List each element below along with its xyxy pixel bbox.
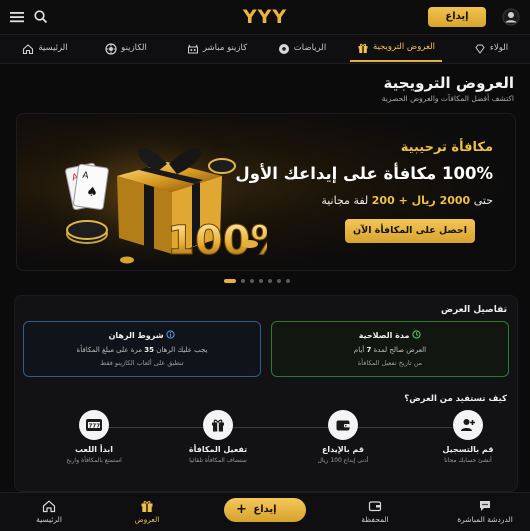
carousel-dot[interactable] (224, 279, 236, 283)
bottom-deposit-label: إيداع (253, 504, 277, 515)
bottom-nav: الدردشة المباشرة المحفظة + إيداع العروض … (0, 492, 530, 531)
step-title: قم بالتسجيل (442, 445, 494, 454)
diamond-icon (475, 44, 485, 54)
nav-item-home[interactable]: الرئيسية (12, 35, 78, 62)
carousel-dot[interactable] (277, 279, 281, 283)
wagering-line2: تنطبق على ألعاب الكازينو فقط (100, 359, 184, 367)
detail-prefix: حتى (473, 194, 493, 207)
claim-bonus-button[interactable]: احصل على المكافأة الآن (345, 219, 475, 243)
step-title: تفعيل المكافأة (188, 445, 248, 454)
plus-icon: + (236, 502, 247, 517)
details-title: تفاصيل العرض (440, 305, 507, 315)
page-subtitle: اكتشف أفضل المكافآت والعروض الحصرية (381, 94, 514, 103)
carousel-dot[interactable] (259, 279, 263, 283)
page-title: العروض الترويجية (383, 74, 514, 92)
detail-amount: 2000 ريال + 200 (371, 194, 471, 207)
bottom-item-wallet[interactable]: المحفظة (340, 499, 410, 524)
nav-item-sports[interactable]: الرياضات (272, 35, 332, 62)
gift-icon (141, 501, 153, 512)
wagering-prefix: يجب عليك الرهان (156, 346, 208, 354)
validity-title: مدة الصلاحية (358, 331, 410, 340)
step-start-playing: 777 ابدأ اللعب استمتع بالمكافأة واربح (39, 410, 149, 464)
nav-item-casino[interactable]: الكازينو (90, 35, 162, 62)
validity-days: 7 (366, 346, 372, 354)
step-title: ابدأ اللعب (75, 445, 113, 454)
slot-777-icon: 777 (79, 410, 109, 440)
carousel-dot[interactable] (286, 279, 290, 283)
svg-text:777: 777 (89, 423, 101, 429)
step-desc: أنشئ حسابك مجانا (444, 457, 492, 464)
banner-tag: مكافأة ترحيبية (400, 140, 493, 155)
wagering-card: شروط الرهان يجب عليك الرهان 35 مرة على م… (23, 321, 261, 377)
svg-text:♠: ♠ (85, 184, 99, 200)
validity-line1: العرض صالح لمدة 7 أيام (272, 346, 508, 354)
bottom-item-home[interactable]: الرئيسية (14, 499, 84, 524)
clock-icon (412, 330, 421, 339)
chat-icon (480, 501, 490, 511)
step-desc: استمتع بالمكافأة واربح (66, 457, 122, 464)
bottom-deposit-button[interactable]: + إيداع (224, 498, 306, 522)
how-to-title: كيف تستفيد من العرض؟ (404, 394, 507, 404)
bottom-label: الدردشة المباشرة (457, 515, 513, 524)
validity-suffix: أيام (353, 346, 365, 354)
user-avatar-icon[interactable] (502, 8, 520, 26)
step-deposit: قم بالإيداع أدنى إيداع 100 ريال (288, 410, 398, 464)
home-icon (42, 500, 56, 513)
header-deposit-button[interactable]: إيداع (428, 7, 486, 27)
home-icon (23, 43, 34, 54)
nav-label: الكازينو (121, 43, 147, 53)
validity-card: مدة الصلاحية العرض صالح لمدة 7 أيام من ت… (271, 321, 509, 377)
nav-label: العروض الترويجية (372, 42, 436, 52)
promo-banner[interactable]: A ♥ A ♠ 100% مكافأة ترحيبية 100% مكافأة … (16, 113, 516, 271)
bottom-label: العروض (134, 515, 160, 524)
wagering-title-row: شروط الرهان (24, 330, 260, 340)
nav-label: الرياضات (293, 43, 327, 53)
live-casino-icon (187, 44, 198, 53)
nav-item-loyalty[interactable]: الولاء (460, 35, 522, 62)
wallet-icon (328, 410, 358, 440)
bottom-item-live-chat[interactable]: الدردشة المباشرة (450, 499, 520, 524)
user-plus-icon (453, 410, 483, 440)
banner-detail: حتى 2000 ريال + 200 لفة مجانية (321, 194, 493, 207)
step-title: قم بالإيداع (321, 445, 365, 454)
carousel-dots (224, 278, 290, 284)
bottom-label: الرئيسية (36, 515, 62, 524)
nav-label: الولاء (489, 43, 509, 53)
banner-headline: 100% مكافأة على إيداعك الأول (235, 164, 493, 183)
top-header: YYY إيداع (0, 0, 530, 35)
soccer-ball-icon (278, 43, 289, 54)
nav-label: الرئيسية (38, 43, 68, 53)
wagering-times: 35 (144, 346, 154, 354)
step-desc: ستضاف المكافأة تلقائيا (189, 457, 247, 464)
validity-line2: من تاريخ تفعيل المكافأة (357, 359, 423, 367)
gift-icon (358, 43, 368, 53)
bottom-item-offers[interactable]: العروض (112, 499, 182, 524)
carousel-dot[interactable] (250, 279, 254, 283)
nav-label: كازينو مباشر (202, 43, 248, 53)
nav-item-promotions[interactable]: العروض الترويجية (350, 35, 442, 62)
main-nav: الولاء العروض الترويجية الرياضات كازينو … (0, 35, 530, 64)
step-activate-bonus: تفعيل المكافأة ستضاف المكافأة تلقائيا (163, 410, 273, 464)
nav-item-live-casino[interactable]: كازينو مباشر (176, 35, 258, 62)
info-icon (166, 330, 176, 339)
gift-icon (203, 410, 233, 440)
wallet-icon (368, 501, 382, 512)
carousel-dot[interactable] (241, 279, 245, 283)
wagering-line1: يجب عليك الرهان 35 مرة على مبلغ المكافأة (24, 346, 260, 354)
offer-details-panel: تفاصيل العرض مدة الصلاحية العرض صالح لمد… (14, 295, 518, 492)
detail-suffix: لفة مجانية (321, 194, 369, 207)
gift-box-illustration: A ♥ A ♠ 100% (27, 114, 267, 270)
wagering-suffix: مرة على مبلغ المكافأة (76, 346, 143, 354)
validity-prefix: العرض صالح لمدة (373, 346, 427, 354)
step-register: قم بالتسجيل أنشئ حسابك مجانا (413, 410, 523, 464)
bottom-label: المحفظة (361, 515, 389, 524)
roulette-icon (105, 42, 117, 55)
step-desc: أدنى إيداع 100 ريال (317, 457, 369, 464)
validity-title-row: مدة الصلاحية (272, 330, 508, 340)
wagering-title: شروط الرهان (108, 331, 164, 340)
carousel-dot[interactable] (268, 279, 272, 283)
